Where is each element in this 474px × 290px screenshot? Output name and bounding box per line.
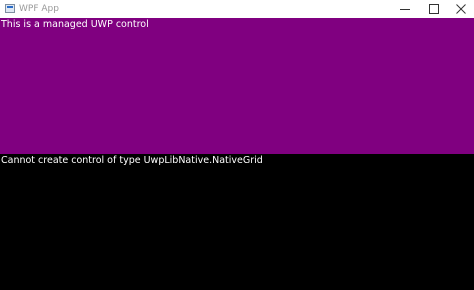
maximize-button[interactable] bbox=[419, 0, 449, 18]
native-grid-error-message: Cannot create control of type UwpLibNati… bbox=[1, 155, 263, 166]
close-icon bbox=[456, 4, 466, 14]
native-grid-host[interactable]: Cannot create control of type UwpLibNati… bbox=[0, 154, 474, 290]
wpf-app-window: WPF App This is a managed UWP control Ca… bbox=[0, 0, 474, 290]
title-bar[interactable]: WPF App bbox=[0, 0, 474, 18]
maximize-icon bbox=[429, 4, 439, 14]
close-button[interactable] bbox=[446, 0, 474, 18]
uwp-control-label: This is a managed UWP control bbox=[1, 19, 149, 30]
managed-uwp-control[interactable]: This is a managed UWP control bbox=[0, 18, 474, 154]
window-title: WPF App bbox=[19, 4, 59, 14]
app-window-icon[interactable] bbox=[5, 4, 15, 13]
minimize-button[interactable] bbox=[390, 0, 420, 18]
minimize-icon bbox=[400, 9, 410, 10]
